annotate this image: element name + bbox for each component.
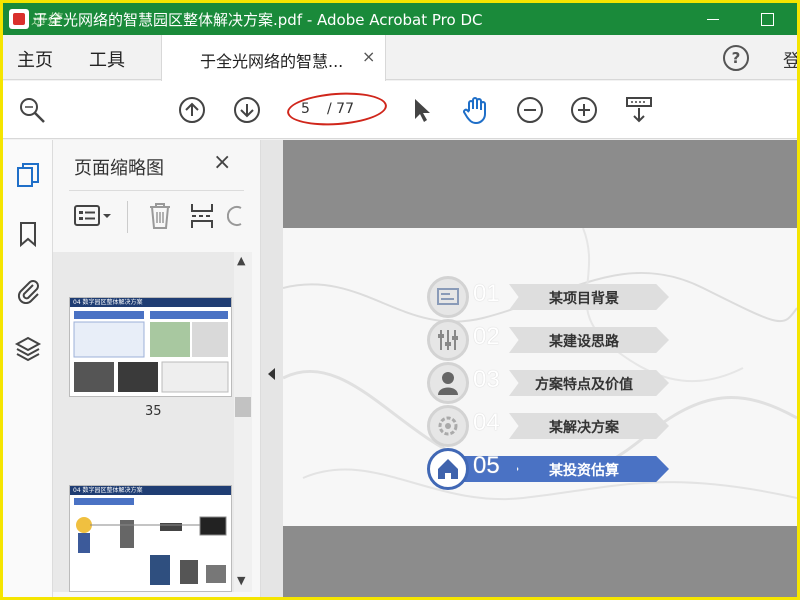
- toolbar-divider: [127, 201, 128, 233]
- agenda-item-04: 04 某解决方案: [427, 405, 677, 447]
- agenda-number: 05: [473, 452, 500, 479]
- login-link[interactable]: 登: [783, 47, 797, 73]
- title-bar: 迅捷 于全光网络的智慧园区整体解决方案.pdf - Adobe Acrobat …: [3, 3, 797, 35]
- scroll-up-icon[interactable]: ▲: [237, 254, 245, 267]
- thumbnail-content-image: [74, 498, 227, 585]
- home-icon: [438, 459, 458, 479]
- document-icon: [437, 288, 459, 305]
- panel-title: 页面缩略图: [74, 158, 164, 179]
- highlight-ellipse-annotation: [286, 89, 388, 129]
- thumbnail-scrollbar[interactable]: ▲ ▼: [234, 252, 252, 592]
- thumbnail-header: 04 数字园区整体解决方案: [70, 486, 231, 495]
- person-icon: [438, 372, 458, 395]
- agenda-number: 02: [473, 323, 500, 350]
- window-title: 于全光网络的智慧园区整体解决方案.pdf - Adobe Acrobat Pro…: [33, 11, 483, 29]
- gear-icon: [438, 416, 458, 436]
- document-tab-label: 于全光网络的智慧...: [200, 52, 344, 71]
- agenda-label: 某解决方案: [549, 420, 619, 436]
- pdf-page: 01 某项目背景 02 某建设思路 03 方案特点及价值 04 某解决方案 05…: [283, 228, 797, 526]
- close-tab-icon[interactable]: ×: [362, 47, 375, 66]
- zoom-out-icon[interactable]: [515, 95, 545, 125]
- navigation-rail: [3, 140, 53, 597]
- document-tab[interactable]: 于全光网络的智慧... ×: [161, 35, 386, 81]
- scroll-down-icon[interactable]: ▼: [237, 574, 245, 587]
- scrollbar-thumb[interactable]: [235, 397, 251, 417]
- agenda-number: 01: [473, 280, 500, 307]
- layers-icon[interactable]: [14, 335, 42, 363]
- agenda-number: 04: [473, 409, 500, 436]
- thumbnail-page-35[interactable]: 04 数字园区整体解决方案: [69, 297, 232, 397]
- thumbnail-list: 04 数字园区整体解决方案 35 04 数字园区整体解决方案: [53, 252, 235, 592]
- agenda-circle: [427, 319, 469, 361]
- menu-tab-bar: 主页 工具 于全光网络的智慧... × ? 登: [3, 35, 797, 81]
- bookmark-icon[interactable]: [14, 220, 42, 248]
- delete-page-icon[interactable]: [147, 201, 173, 231]
- help-icon[interactable]: ?: [723, 45, 749, 71]
- rotate-page-icon[interactable]: [227, 203, 245, 229]
- agenda-label: 方案特点及价值: [535, 377, 633, 393]
- page-down-icon[interactable]: [232, 95, 262, 125]
- agenda-circle: [427, 448, 469, 490]
- menu-home[interactable]: 主页: [17, 46, 53, 72]
- select-cursor-icon[interactable]: [407, 95, 437, 125]
- agenda-item-03: 03 方案特点及价值: [427, 362, 677, 404]
- thumbnail-page-label: 35: [145, 404, 162, 419]
- agenda-circle: [427, 276, 469, 318]
- agenda-label: 某建设思路: [549, 334, 619, 350]
- app-window: 迅捷 于全光网络的智慧园区整体解决方案.pdf - Adobe Acrobat …: [0, 0, 800, 600]
- thumbnail-options-icon[interactable]: [73, 203, 113, 229]
- agenda-number: 03: [473, 366, 500, 393]
- document-view[interactable]: 01 某项目背景 02 某建设思路 03 方案特点及价值 04 某解决方案 05…: [283, 140, 797, 597]
- agenda-label: 某投资估算: [549, 463, 619, 479]
- thumbnail-content-image: [73, 311, 229, 393]
- agenda-item-01: 01 某项目背景: [427, 276, 677, 318]
- menu-tools[interactable]: 工具: [89, 46, 125, 72]
- agenda-circle: [427, 362, 469, 404]
- acrobat-app-icon: [9, 9, 29, 29]
- main-toolbar: 5 / 77: [3, 81, 797, 139]
- page-thumbnails-icon[interactable]: [14, 162, 42, 190]
- page-up-icon[interactable]: [177, 95, 207, 125]
- insert-page-icon[interactable]: [189, 201, 215, 231]
- panel-collapse-strip[interactable]: [261, 140, 283, 597]
- maximize-button[interactable]: [753, 7, 781, 31]
- agenda-item-02: 02 某建设思路: [427, 319, 677, 361]
- sliders-icon: [438, 330, 458, 350]
- thumbnail-header: 04 数字园区整体解决方案: [70, 298, 231, 307]
- close-panel-icon[interactable]: ×: [213, 150, 231, 175]
- hand-tool-icon[interactable]: [460, 95, 490, 125]
- scroll-mode-icon[interactable]: [624, 95, 654, 125]
- search-zoom-icon[interactable]: [17, 95, 47, 125]
- collapse-arrow-icon[interactable]: [268, 368, 275, 380]
- zoom-in-icon[interactable]: [569, 95, 599, 125]
- agenda-label: 某项目背景: [549, 291, 619, 307]
- agenda-circle: [427, 405, 469, 447]
- minimize-button[interactable]: [699, 7, 727, 31]
- agenda-item-05: 05 某投资估算: [427, 448, 677, 490]
- attachment-icon[interactable]: [14, 276, 42, 304]
- panel-toolbar: [69, 190, 244, 245]
- thumbnail-page-36[interactable]: 04 数字园区整体解决方案: [69, 485, 232, 592]
- thumbnail-panel: 页面缩略图 × 04 数字园区整体解决方案 35 04 数字园区整体解决方案 ▲…: [53, 140, 261, 597]
